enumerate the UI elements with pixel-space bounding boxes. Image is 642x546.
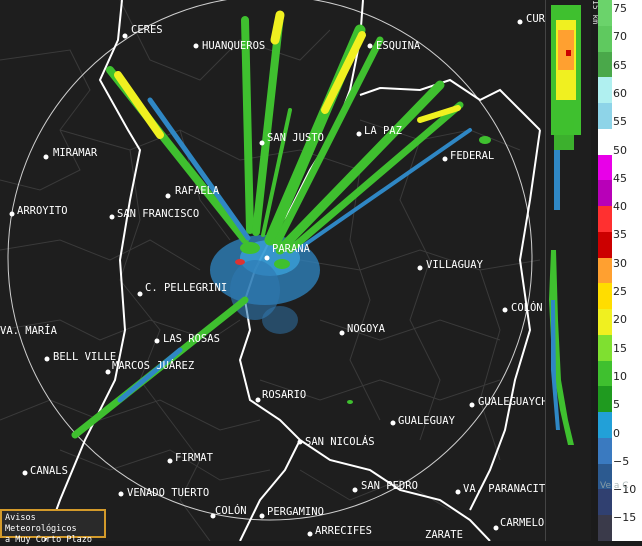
colorbar-tick-label: 30 [613, 256, 627, 270]
city-label: HUANQUEROS [202, 40, 265, 52]
colorbar-tick-label: 65 [613, 58, 627, 72]
radar-spikes [71, 10, 491, 439]
colorbar-segment [598, 309, 612, 336]
city-label: MARCOS JUÁREZ [112, 359, 194, 372]
colorbar-tick-label: 45 [613, 171, 627, 185]
city-label: ARRECIFES [315, 525, 372, 537]
colorbar-tick-label: 25 [613, 285, 627, 298]
colorbar-tick-label: 60 [613, 86, 627, 100]
vertical-profile-plot [546, 0, 591, 541]
city-label: FIRMAT [175, 452, 214, 464]
colorbar-segment [598, 206, 612, 233]
city-label: VILLAGUAY [426, 259, 484, 271]
city-label: ESQUINA [376, 40, 421, 52]
city-label: LAS ROSAS [163, 333, 220, 345]
city-label: CERES [131, 24, 163, 36]
colorbar-segment [598, 0, 612, 27]
colorbar-tick-label: 35 [613, 228, 627, 242]
colorbar-segment [598, 25, 612, 52]
city-label: PERGAMINO [267, 506, 324, 518]
colorbar-tick-label: 10 [613, 369, 627, 383]
reflectivity-legend: 75 70 65 60 55 50 45 40 35 30 25 20 15 10 5 0 −5 −10 −15 [598, 0, 642, 542]
city-label: SAN JUSTO [267, 132, 324, 144]
watermark-text: Ve a C [600, 481, 629, 491]
city-label: SAN FRANCISCO [117, 208, 199, 220]
colorbar-segment [598, 257, 612, 284]
city-label: NOGOYA [347, 323, 386, 335]
colorbar-tick-label: 40 [613, 200, 627, 214]
colorbar-tick-label: 55 [613, 115, 627, 129]
city-label: BELL VILLE [53, 351, 116, 363]
map-canvas: CERES HUANQUEROS ESQUINA CURU MIRAMAR SA… [0, 0, 545, 541]
colorbar-segment [598, 231, 612, 259]
city-label: CARMELO [500, 517, 544, 529]
radar-map[interactable]: CERES HUANQUEROS ESQUINA CURU MIRAMAR SA… [0, 0, 545, 541]
colorbar-segment [598, 154, 612, 181]
colorbar-segment [598, 386, 612, 413]
colorbar-tick-label: 70 [613, 30, 627, 44]
city-label: CURU [526, 13, 545, 25]
colorbar-tick-label: 50 [613, 143, 627, 157]
city-label: ARROYITO [17, 205, 68, 217]
colorbar-segment [598, 515, 612, 542]
colorbar-tick-label: 20 [613, 313, 627, 327]
colorbar-segment [598, 103, 612, 130]
colorbar-segment [598, 283, 612, 310]
city-label: PARANA [272, 243, 311, 255]
city-label: GUALEGUAYCH [478, 396, 545, 408]
colorbar-segment [598, 360, 612, 387]
notice-badge[interactable]: Avisos Meteorológicos a Muy Corto Plazo [0, 509, 106, 545]
city-label: VA. MARÍA [0, 324, 58, 337]
colorbar-tick-label: 75 [613, 2, 627, 15]
city-label: LA PAZ [364, 125, 402, 137]
colorbar-tick-label: −5 [613, 454, 630, 468]
colorbar-segment [598, 51, 612, 78]
city-label: FEDERAL [450, 150, 494, 162]
city-label: RAFAELA [175, 185, 220, 197]
colorbar-segment [598, 489, 612, 516]
city-label: CANALS [30, 465, 68, 477]
colorbar-segment [598, 334, 612, 362]
city-label: COLÓN [215, 504, 247, 517]
colorbar-segment [598, 437, 612, 465]
city-label: ZARATE [425, 529, 463, 541]
colorbar-tick-label: 15 [613, 341, 627, 355]
city-label: GUALEGUAY [398, 415, 456, 427]
city-label: VENADO TUERTO [127, 487, 209, 499]
city-label: VA. PARANACIT [463, 483, 545, 495]
city-label: MIRAMAR [53, 147, 98, 159]
city-label: SAN NICOLÁS [305, 435, 375, 448]
vertical-profile-panel [545, 0, 591, 541]
notice-line-1: Avisos Meteorológicos [5, 513, 77, 534]
colorbar-tick-label: 0 [613, 426, 620, 440]
city-label: C. PELLEGRINI [145, 282, 227, 294]
colorbar-strip [598, 0, 612, 542]
city-label: SAN PEDRO [361, 480, 418, 492]
city-label: ROSARIO [262, 389, 306, 401]
colorbar-segment [598, 412, 612, 439]
city-label: COLÓN [511, 301, 543, 314]
colorbar-tick-label: −15 [613, 511, 637, 525]
colorbar-segment [598, 128, 612, 156]
colorbar-tick-label: 5 [613, 398, 620, 412]
colorbar-segment [598, 180, 612, 207]
colorbar-segment [598, 77, 612, 104]
